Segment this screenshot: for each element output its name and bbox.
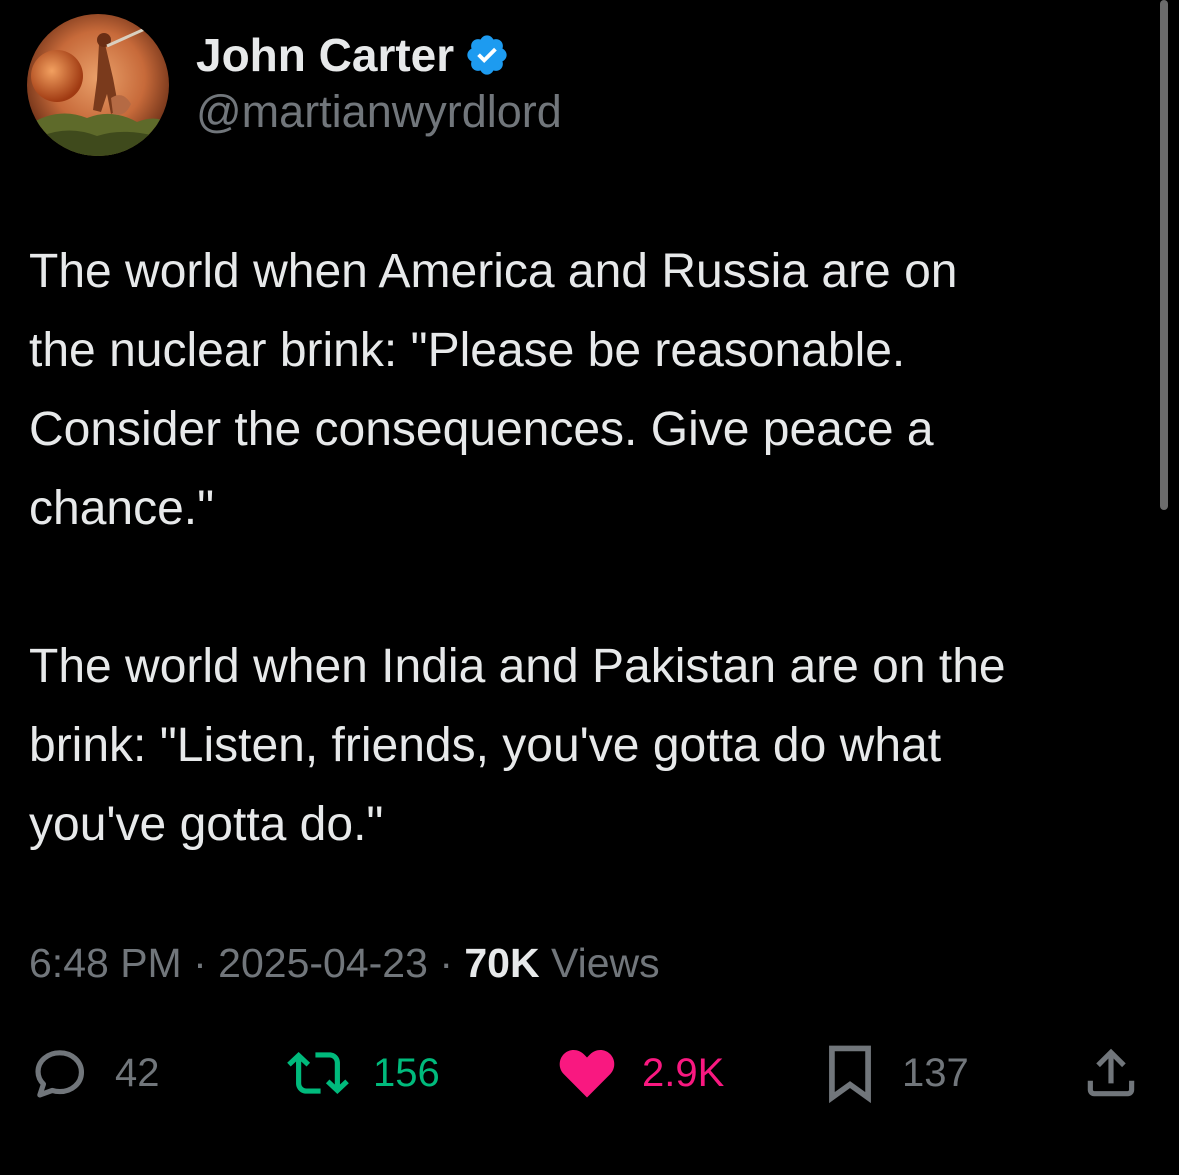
scrollbar[interactable] <box>1160 0 1168 510</box>
tweet-time[interactable]: 6:48 PM <box>29 940 182 986</box>
tweet-date[interactable]: 2025-04-23 <box>218 940 428 986</box>
share-icon <box>1087 1048 1135 1097</box>
views-count: 70K <box>464 940 540 986</box>
meta-separator: · <box>193 940 207 986</box>
heart-icon <box>559 1049 615 1098</box>
meta-separator: · <box>439 940 453 986</box>
repost-icon <box>287 1052 349 1094</box>
reply-icon <box>35 1050 85 1098</box>
tweet-paragraph: The world when America and Russia are on… <box>29 245 958 535</box>
like-button[interactable]: 2.9K <box>556 1040 724 1106</box>
repost-button[interactable]: 156 <box>287 1040 440 1106</box>
views-label: Views <box>551 940 660 986</box>
repost-count: 156 <box>373 1050 440 1095</box>
bookmark-button[interactable]: 137 <box>822 1040 969 1106</box>
tweet-text: The world when America and Russia are on… <box>29 232 1139 864</box>
verified-badge-icon <box>467 35 507 75</box>
author-name[interactable]: John Carter <box>196 26 510 84</box>
avatar[interactable] <box>27 14 169 156</box>
bookmark-count: 137 <box>902 1050 969 1095</box>
reply-button[interactable]: 42 <box>29 1040 160 1106</box>
author-name-text: John Carter <box>196 29 455 81</box>
like-count: 2.9K <box>642 1050 725 1095</box>
reply-count: 42 <box>115 1050 160 1095</box>
tweet-meta: 6:48 PM · 2025-04-23 · 70K Views <box>29 940 660 987</box>
share-button[interactable] <box>1080 1040 1142 1106</box>
bookmark-icon <box>829 1045 871 1104</box>
tweet-paragraph: The world when India and Pakistan are on… <box>29 640 1006 851</box>
avatar-image <box>27 14 169 156</box>
author-handle[interactable]: @martianwyrdlord <box>196 86 562 138</box>
